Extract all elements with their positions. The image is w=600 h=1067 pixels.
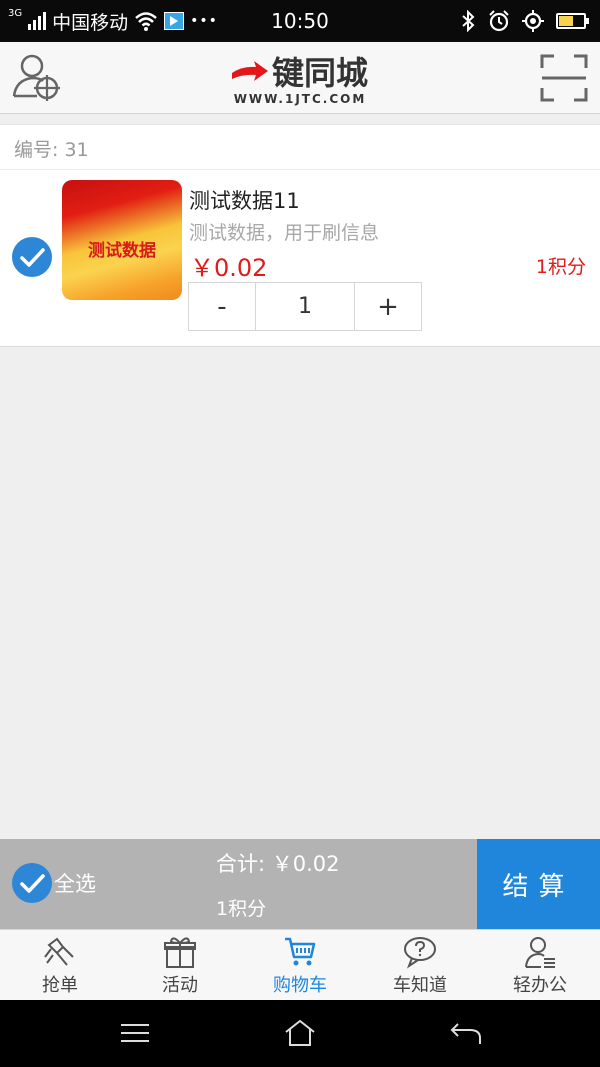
scan-icon[interactable] — [540, 54, 588, 102]
tab-label: 车知道 — [393, 975, 447, 996]
select-all-label: 全选 — [54, 872, 96, 896]
item-title[interactable]: 测试数据11 — [189, 185, 300, 215]
item-checkbox[interactable] — [12, 237, 52, 277]
tab-activity[interactable]: 活动 — [120, 930, 240, 1000]
select-all-checkbox[interactable] — [12, 863, 52, 903]
increase-button[interactable]: + — [355, 283, 421, 330]
question-bubble-icon — [404, 937, 436, 969]
thumbnail-text: 测试数据 — [88, 241, 156, 261]
quantity-stepper: - 1 + — [188, 282, 422, 331]
tab-cart[interactable]: 购物车 — [240, 930, 360, 1000]
total-label: 合计: — [216, 852, 266, 876]
order-card: 编号: 31 测试数据 测试数据11 测试数据，用于刷信息 ￥0.02 1积分 … — [0, 124, 600, 347]
gift-icon — [164, 937, 196, 968]
order-number-value: 31 — [64, 139, 89, 161]
grab-order-icon — [44, 937, 74, 966]
decrease-button[interactable]: - — [189, 283, 256, 330]
item-price: ￥0.02 — [190, 254, 268, 282]
tab-label: 轻办公 — [513, 975, 567, 996]
cart-summary-bar: 全选 合计: ￥0.02 1积分 结算 — [0, 839, 600, 929]
tab-label: 购物车 — [273, 975, 327, 996]
tab-office[interactable]: 轻办公 — [480, 930, 600, 1000]
office-user-icon — [525, 937, 555, 968]
item-thumbnail[interactable]: 测试数据 — [62, 180, 182, 300]
checkout-button[interactable]: 结算 — [477, 839, 600, 929]
menu-icon[interactable] — [117, 1018, 153, 1048]
battery-icon — [556, 13, 589, 29]
status-right — [460, 0, 589, 42]
alarm-icon — [489, 10, 509, 32]
app-logo: 键同城 WWW.1JTC.COM — [0, 48, 600, 106]
order-number-label: 编号: — [14, 139, 59, 161]
item-points: 1积分 — [535, 256, 586, 278]
check-icon — [20, 248, 45, 267]
item-description: 测试数据，用于刷信息 — [189, 222, 380, 244]
bluetooth-icon — [462, 10, 475, 32]
tab-label: 活动 — [162, 975, 198, 996]
total-amount: 合计: ￥0.02 — [216, 848, 340, 878]
total-value: ￥0.02 — [271, 852, 340, 876]
system-nav-bar — [0, 1000, 600, 1067]
tab-label: 抢单 — [42, 975, 78, 996]
status-bar: 3G 中国移动 ••• 10:50 — [0, 0, 600, 42]
bottom-tab-bar: 抢单 活动 购物车 车知道 轻办公 — [0, 929, 600, 1000]
cart-icon — [285, 937, 316, 966]
check-icon — [20, 874, 45, 893]
select-all-toggle[interactable]: 全选 — [12, 863, 96, 903]
logo-text: 键同城 — [271, 54, 368, 92]
logo-arrow-icon — [231, 61, 268, 81]
total-points: 1积分 — [216, 898, 267, 920]
order-number: 编号: 31 — [0, 125, 600, 170]
quantity-field[interactable]: 1 — [256, 283, 355, 330]
home-icon[interactable] — [282, 1018, 318, 1048]
logo-url: WWW.1JTC.COM — [233, 92, 367, 106]
tab-grab-order[interactable]: 抢单 — [0, 930, 120, 1000]
tab-car-know[interactable]: 车知道 — [360, 930, 480, 1000]
location-icon — [522, 10, 544, 32]
app-header: 键同城 WWW.1JTC.COM — [0, 42, 600, 114]
back-icon[interactable] — [448, 1018, 484, 1048]
